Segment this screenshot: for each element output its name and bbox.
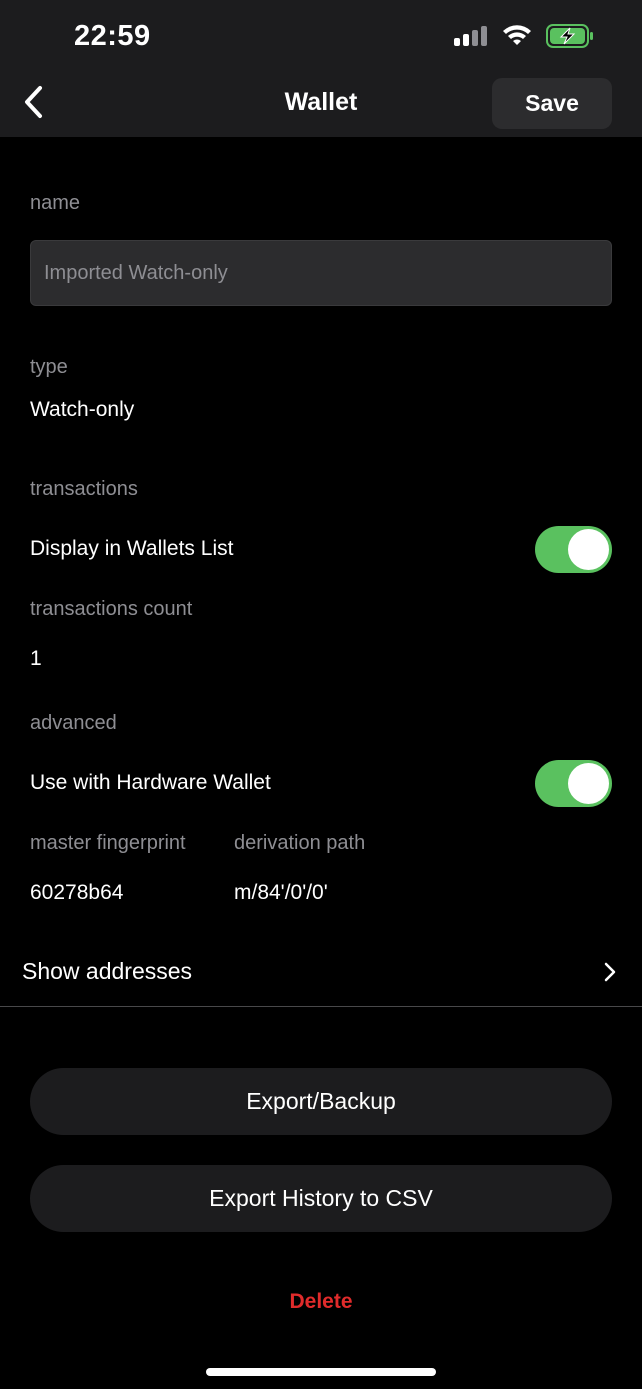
delete-button[interactable]: Delete: [0, 1290, 642, 1314]
transactions-label: transactions: [30, 478, 138, 500]
type-value: Watch-only: [30, 398, 135, 421]
export-history-csv-button[interactable]: Export History to CSV: [30, 1165, 612, 1232]
cellular-signal-icon: [454, 25, 488, 52]
status-bar: 22:59: [0, 0, 642, 76]
status-time: 22:59: [74, 20, 151, 52]
home-indicator: [206, 1368, 436, 1376]
advanced-label: advanced: [30, 712, 117, 734]
derivation-path-label: derivation path: [234, 832, 366, 854]
display-in-list-toggle[interactable]: [535, 526, 612, 573]
toggle-knob: [568, 763, 609, 804]
type-label: type: [30, 356, 68, 378]
status-icons: [454, 24, 594, 53]
chevron-right-icon: [604, 962, 616, 987]
save-button[interactable]: Save: [492, 78, 612, 129]
show-addresses-row[interactable]: Show addresses: [0, 940, 642, 1006]
wifi-icon: [502, 25, 532, 52]
fingerprint-value: 60278b64: [30, 881, 124, 904]
show-addresses-label: Show addresses: [22, 958, 193, 984]
transactions-count-value: 1: [30, 647, 42, 670]
hardware-wallet-toggle[interactable]: [535, 760, 612, 807]
transactions-count-label: transactions count: [30, 598, 193, 620]
name-input[interactable]: [30, 240, 612, 306]
toggle-knob: [568, 529, 609, 570]
nav-bar: Wallet Save: [0, 76, 642, 137]
display-in-list-label: Display in Wallets List: [30, 537, 234, 560]
export-backup-button[interactable]: Export/Backup: [30, 1068, 612, 1135]
derivation-path-value: m/84'/0'/0': [234, 881, 328, 904]
fingerprint-label: master fingerprint: [30, 832, 186, 854]
battery-charging-icon: [546, 24, 594, 53]
name-label: name: [30, 192, 81, 214]
hardware-wallet-label: Use with Hardware Wallet: [30, 771, 271, 794]
divider: [0, 1006, 642, 1007]
